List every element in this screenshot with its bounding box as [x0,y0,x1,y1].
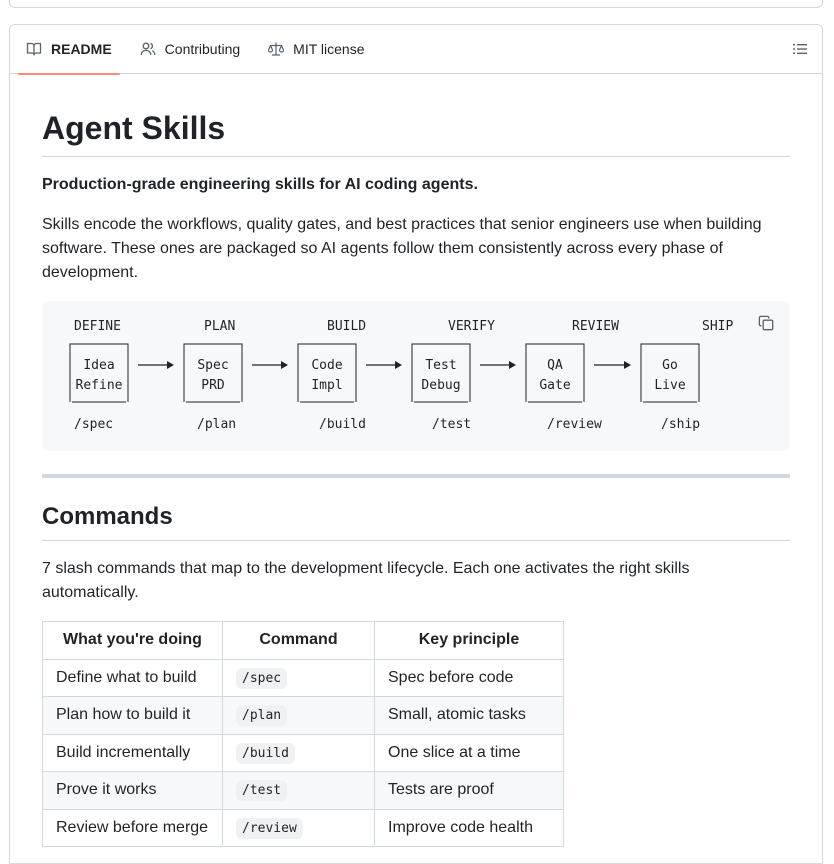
stage-box: Idea Refine [69,343,129,403]
diagram-command-label: /ship [661,417,700,432]
stage-box-line1: Code [311,358,342,373]
table-header-cell: What you're doing [42,621,223,660]
phase-label: BUILD [327,319,366,334]
horizontal-rule [42,474,790,478]
lifecycle-code-block: DEFINE PLAN BUILD VERIFY REVIEW SHIP Idea Refi… [42,301,790,451]
table-cell: /build [222,733,375,772]
stage-box: Test Debug [411,343,471,403]
table-cell: Prove it works [42,771,223,810]
table-cell: /spec [222,658,375,697]
table-cell: One slice at a time [374,733,564,772]
diagram-command-label: /spec [74,417,113,432]
phase-label: SHIP [702,319,733,334]
tab-contributing-label: Contributing [164,41,241,57]
tab-contributing[interactable]: Contributing [132,25,249,74]
stage-box: Spec PRD [183,343,243,403]
table-cell: Review before merge [42,808,223,847]
flow-arrow [366,361,402,369]
stage-box-line1: Spec [197,358,228,373]
diagram-command-label: /review [547,417,602,432]
table-row: Build incrementally /build One slice at … [42,733,564,772]
law-icon [268,41,285,57]
stage-box: Code Impl [297,343,357,403]
commands-table: What you're doing Command Key principle … [42,621,564,847]
command-code: /test [236,780,288,802]
readme-title: Agent Skills [42,110,226,146]
commands-divider [42,540,790,541]
stage-box-line1: Test [425,358,456,373]
stage-box-line1: QA [547,358,563,373]
table-cell: Plan how to build it [42,696,223,735]
table-cell: /review [222,808,375,847]
commands-heading: Commands [42,503,173,530]
table-cell: /plan [222,696,375,735]
readme-tabbar: README Contributing MIT license [10,25,822,75]
tab-readme-label: README [51,41,112,57]
phase-label: REVIEW [572,319,619,334]
diagram-command-label: /build [319,417,366,432]
table-cell: Improve code health [374,808,564,847]
table-row: Review before merge /review Improve code… [42,808,564,847]
table-header-cell: Command [222,621,375,660]
flow-arrow [138,361,174,369]
tab-license-label: MIT license [293,41,365,57]
stage-box-line2: Impl [311,378,342,393]
flow-arrow [480,361,516,369]
stage-box: Go Live [640,343,700,403]
command-code: /build [236,742,295,764]
stage-box-line2: Live [654,378,685,393]
table-cell: Spec before code [374,658,564,697]
stage-box-line2: Refine [76,378,123,393]
stage-box-line1: Go [662,358,678,373]
outline-list-icon[interactable] [792,41,808,57]
tab-readme[interactable]: README [18,25,120,75]
table-cell: Tests are proof [374,771,564,810]
table-header-row: What you're doing Command Key principle [42,621,564,660]
lifecycle-diagram: DEFINE PLAN BUILD VERIFY REVIEW SHIP Idea Refi… [69,319,733,432]
table-cell: Small, atomic tasks [374,696,564,735]
stage-box: QA Gate [525,343,585,403]
copy-icon[interactable] [758,315,774,331]
title-divider [42,156,790,157]
diagram-command-label: /plan [197,417,236,432]
stage-box-line2: PRD [201,378,225,393]
command-code: /review [236,817,303,839]
command-code: /spec [236,667,288,689]
flow-arrow [594,361,631,369]
flow-arrow [252,361,288,369]
readme-tagline: Production-grade engineering skills for … [42,176,478,193]
readme-panel: README Contributing MIT license Agent Sk… [9,24,823,864]
table-cell: Build incrementally [42,733,223,772]
command-code: /plan [236,705,288,727]
table-cell: Define what to build [42,658,223,697]
people-icon [140,41,156,57]
phase-label: DEFINE [74,319,121,334]
commands-intro: 7 slash commands that map to the develop… [42,560,690,601]
stage-box-line2: Debug [421,378,460,393]
phase-label: VERIFY [448,319,495,334]
table-row: Define what to build /spec Spec before c… [42,658,564,697]
diagram-command-label: /test [432,417,471,432]
table-header-cell: Key principle [374,621,564,660]
readme-intro: Skills encode the workflows, quality gat… [42,216,762,281]
table-row: Plan how to build it /plan Small, atomic… [42,696,564,735]
tab-license[interactable]: MIT license [260,25,372,74]
phase-label: PLAN [204,319,235,334]
stage-box-line1: Idea [83,358,114,373]
table-row: Prove it works /test Tests are proof [42,771,564,810]
book-icon [26,41,42,57]
stage-box-line2: Gate [539,378,570,393]
previous-panel-edge [9,0,823,8]
table-cell: /test [222,771,375,810]
